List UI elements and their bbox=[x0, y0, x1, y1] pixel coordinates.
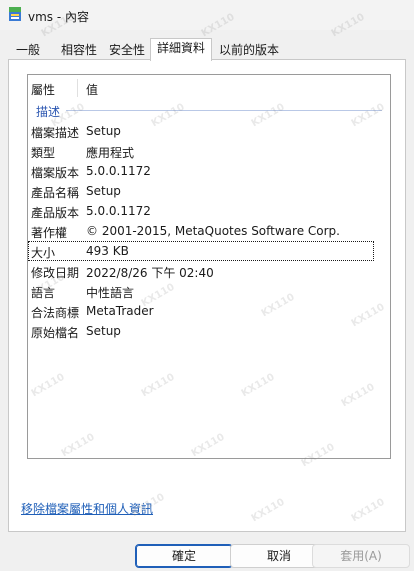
property-name: 合法商標 bbox=[31, 306, 80, 320]
list-item[interactable]: 檔案描述 Setup bbox=[28, 121, 390, 141]
property-value: Setup bbox=[86, 184, 121, 198]
list-item[interactable]: 檔案版本 5.0.0.1172 bbox=[28, 161, 390, 181]
property-name: 原始檔名 bbox=[31, 326, 80, 340]
property-value: 2022/8/26 下午 02:40 bbox=[86, 266, 214, 280]
list-item[interactable]: 修改日期 2022/8/26 下午 02:40 bbox=[28, 261, 390, 281]
property-name: 語言 bbox=[31, 286, 56, 300]
property-name: 產品名稱 bbox=[31, 186, 80, 200]
property-value: © 2001-2015, MetaQuotes Software Corp. bbox=[86, 224, 340, 238]
property-name: 檔案描述 bbox=[31, 126, 80, 140]
property-name: 大小 bbox=[31, 246, 56, 260]
tab-bar: 一般 相容性 安全性 詳細資料 以前的版本 bbox=[0, 38, 414, 61]
details-list[interactable]: 屬性 值 描述 檔案描述 Setup 類型 應用程式 檔案版本 5.0.0.11… bbox=[27, 74, 391, 459]
list-item-selected[interactable]: 大小 493 KB bbox=[28, 241, 374, 261]
property-name: 著作權 bbox=[31, 226, 68, 240]
property-name: 檔案版本 bbox=[31, 166, 80, 180]
list-item[interactable]: 著作權 © 2001-2015, MetaQuotes Software Cor… bbox=[28, 221, 390, 241]
tab-security[interactable]: 安全性 bbox=[104, 40, 150, 60]
window-title: vms - 內容 bbox=[28, 10, 90, 24]
title-bar: vms - 內容 bbox=[0, 0, 414, 30]
property-value: Setup bbox=[86, 324, 121, 338]
column-header-value[interactable]: 值 bbox=[86, 81, 98, 98]
list-item[interactable]: 語言 中性語言 bbox=[28, 281, 390, 301]
tab-compatibility[interactable]: 相容性 bbox=[56, 40, 102, 60]
list-item[interactable]: 產品版本 5.0.0.1172 bbox=[28, 201, 390, 221]
apply-button[interactable]: 套用(A) bbox=[312, 544, 410, 568]
column-header-property[interactable]: 屬性 bbox=[31, 81, 55, 98]
list-item[interactable]: 產品名稱 Setup bbox=[28, 181, 390, 201]
column-divider[interactable] bbox=[77, 79, 78, 97]
property-value: 5.0.0.1172 bbox=[86, 204, 151, 218]
list-item[interactable]: 合法商標 MetaTrader bbox=[28, 301, 390, 321]
property-value: 5.0.0.1172 bbox=[86, 164, 151, 178]
list-item[interactable]: 原始檔名 Setup bbox=[28, 321, 390, 341]
ok-button[interactable]: 確定 bbox=[135, 544, 233, 568]
property-name: 類型 bbox=[31, 146, 56, 160]
list-item[interactable]: 類型 應用程式 bbox=[28, 141, 390, 161]
group-divider bbox=[66, 110, 382, 111]
tab-general[interactable]: 一般 bbox=[8, 40, 48, 60]
property-value: 應用程式 bbox=[86, 146, 135, 160]
property-name: 產品版本 bbox=[31, 206, 80, 220]
tab-details[interactable]: 詳細資料 bbox=[150, 38, 212, 61]
property-value: 中性語言 bbox=[86, 286, 135, 300]
app-icon bbox=[8, 6, 22, 22]
tab-previous-versions[interactable]: 以前的版本 bbox=[214, 40, 284, 60]
remove-properties-link[interactable]: 移除檔案屬性和個人資訊 bbox=[21, 500, 153, 517]
property-name: 修改日期 bbox=[31, 266, 80, 280]
property-value: Setup bbox=[86, 124, 121, 138]
property-value: 493 KB bbox=[86, 244, 129, 258]
property-value: MetaTrader bbox=[86, 304, 154, 318]
group-label-description: 描述 bbox=[36, 105, 61, 119]
